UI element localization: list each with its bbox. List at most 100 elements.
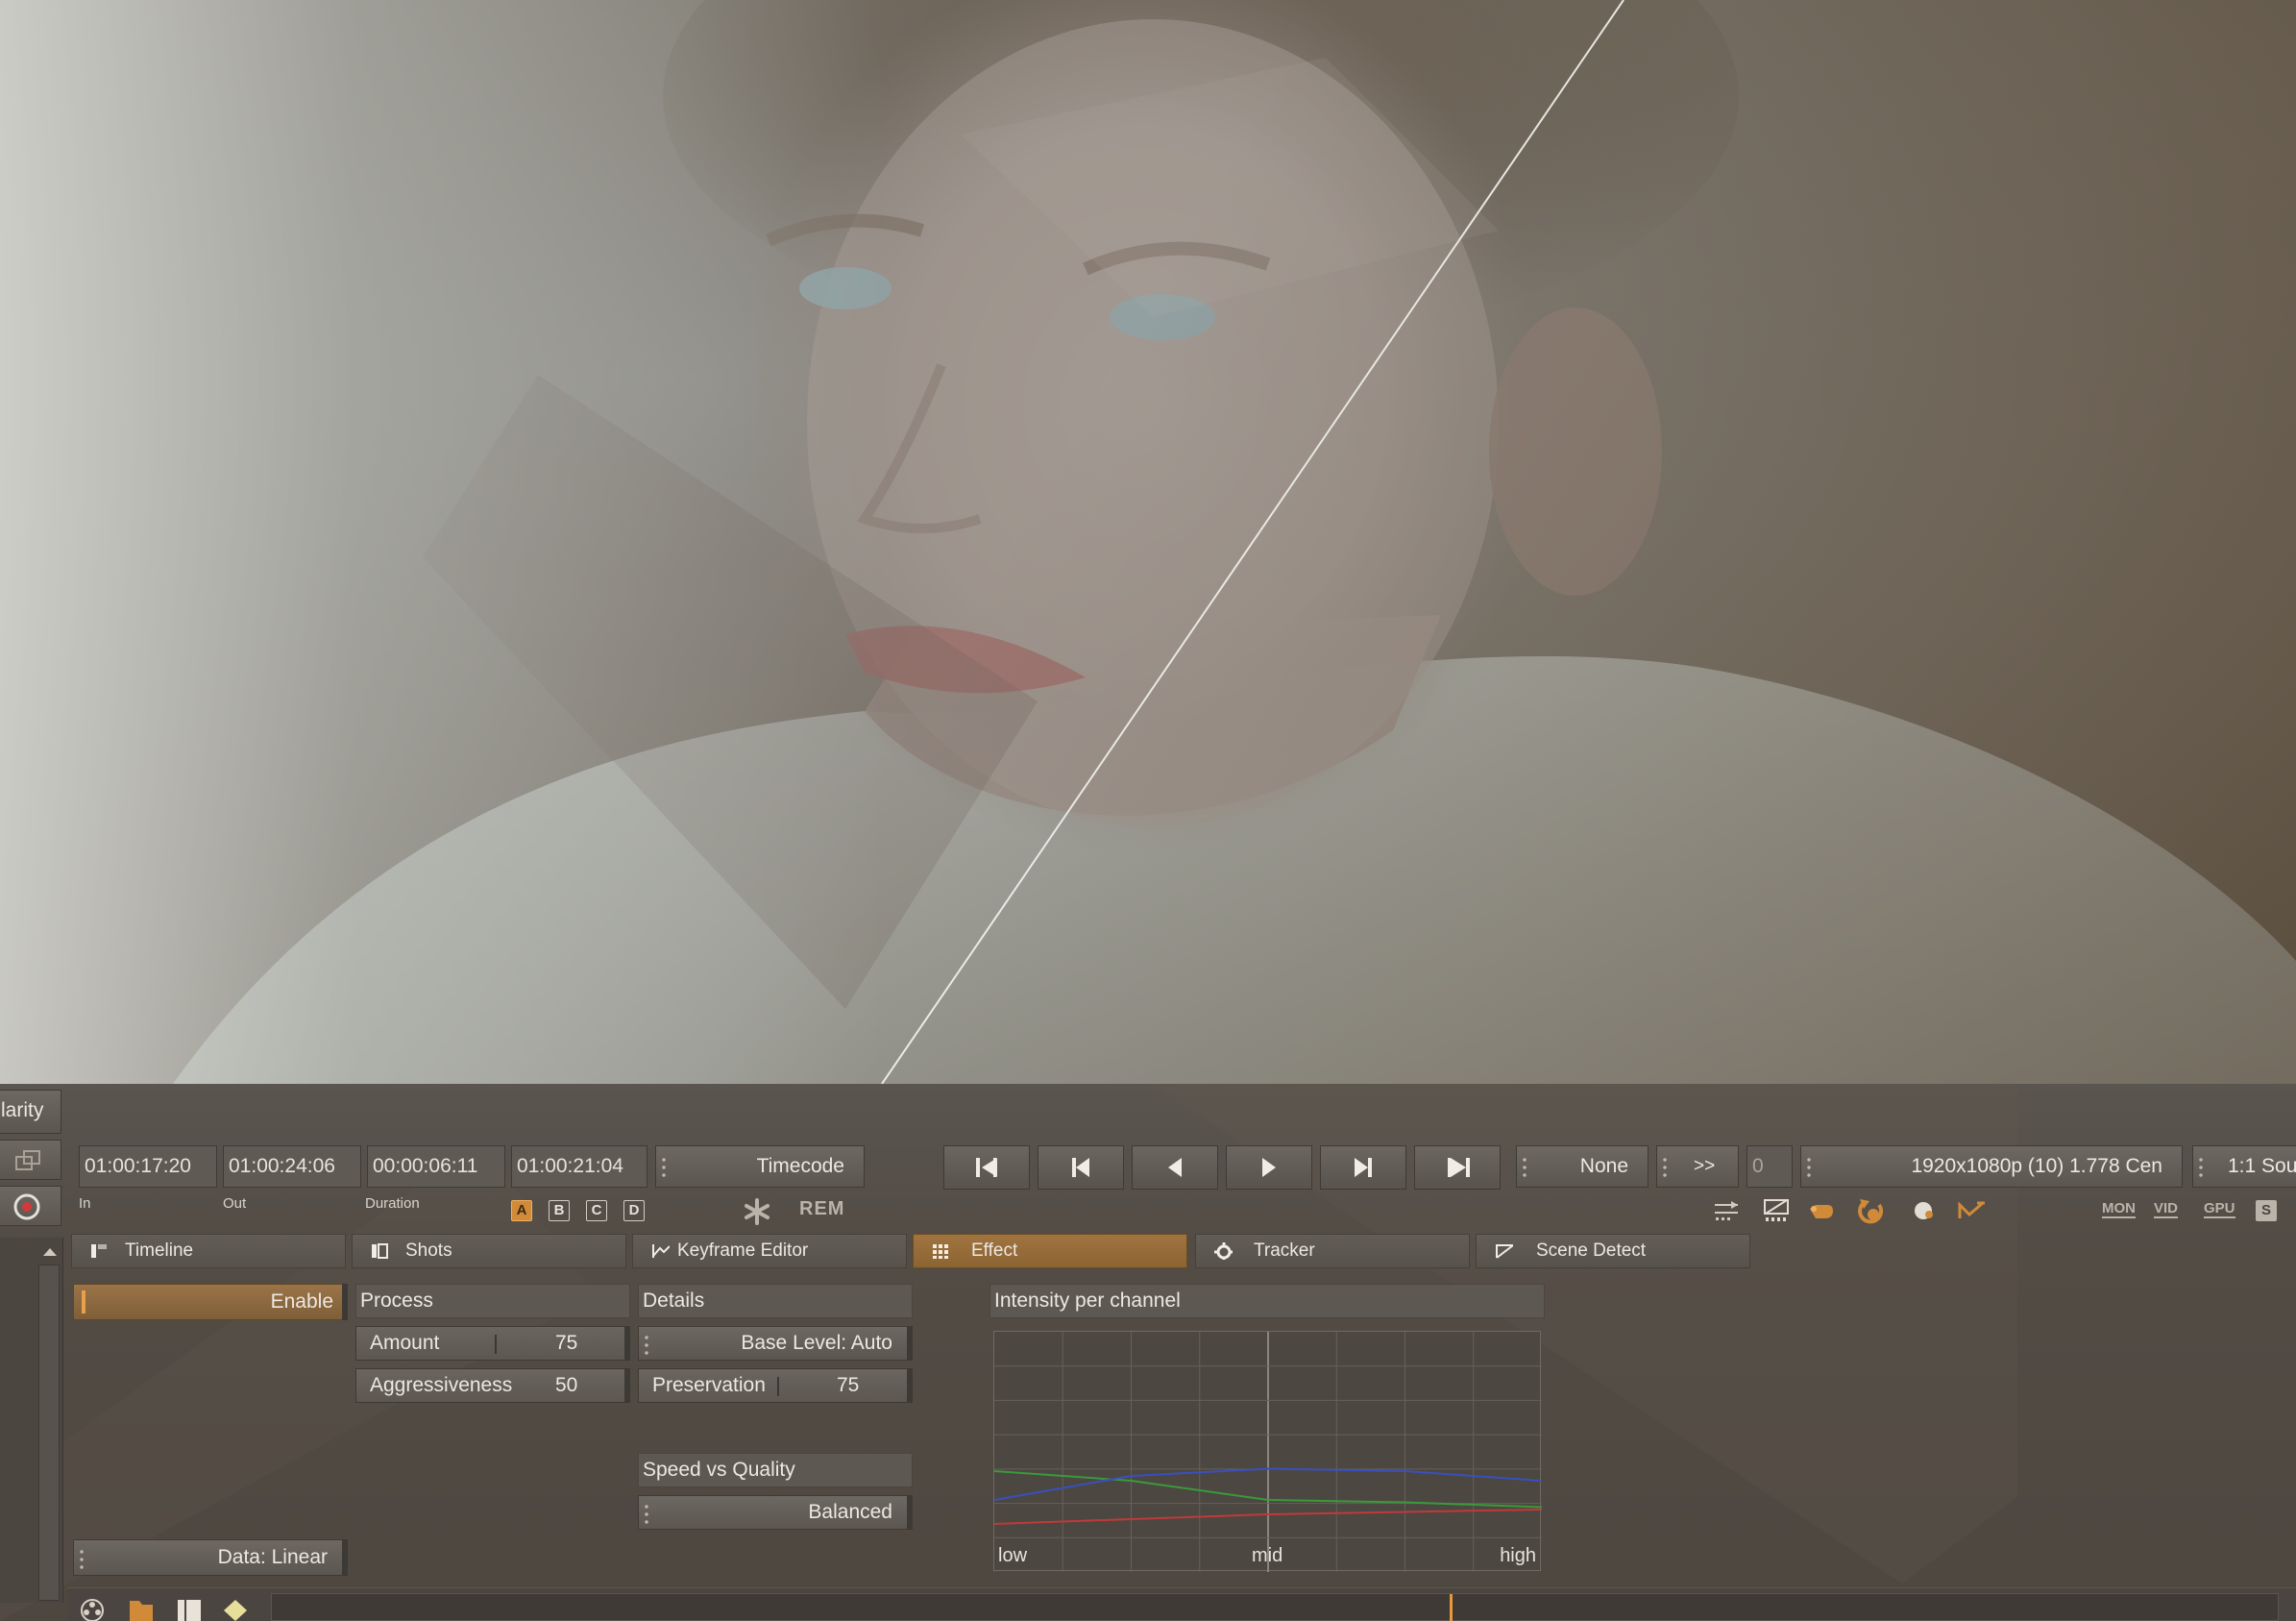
diamond-icon[interactable] bbox=[221, 1597, 250, 1621]
shots-icon bbox=[372, 1243, 388, 1259]
enable-endcap bbox=[342, 1284, 348, 1320]
previous-shot-icon bbox=[1072, 1158, 1089, 1177]
playhead[interactable] bbox=[1450, 1594, 1453, 1621]
aggressiveness-slider[interactable]: Aggressiveness 50 bbox=[355, 1368, 630, 1403]
data-endcap bbox=[342, 1539, 348, 1576]
dropdown-grip-icon bbox=[645, 1503, 648, 1524]
dropdown-grip-icon bbox=[1523, 1156, 1527, 1177]
base-level-label: Base Level: Auto bbox=[741, 1332, 892, 1354]
buffer-a-button[interactable]: A bbox=[511, 1200, 532, 1221]
speed-quality-label: Balanced bbox=[808, 1501, 892, 1523]
scroll-thumb[interactable] bbox=[38, 1265, 60, 1601]
left-scrollbar[interactable] bbox=[0, 1238, 63, 1603]
previous-shot-button[interactable] bbox=[1038, 1145, 1124, 1190]
reel-icon[interactable] bbox=[79, 1597, 108, 1621]
buffer-c-button[interactable]: C bbox=[586, 1200, 607, 1221]
graph-mid-label: mid bbox=[1252, 1545, 1283, 1566]
enable-indicator bbox=[82, 1290, 85, 1314]
dropdown-grip-icon bbox=[2199, 1156, 2203, 1177]
folder-icon[interactable] bbox=[127, 1597, 156, 1621]
tab-shots[interactable]: Shots bbox=[352, 1234, 626, 1268]
video-viewer[interactable] bbox=[0, 0, 2296, 1084]
window-icon bbox=[15, 1150, 40, 1170]
clarity-button[interactable]: larity bbox=[0, 1090, 61, 1134]
enable-toggle[interactable]: Enable bbox=[73, 1284, 348, 1320]
preservation-value: 75 bbox=[837, 1374, 860, 1396]
record-button[interactable] bbox=[0, 1186, 61, 1226]
format-dropdown[interactable]: 1920x1080p (10) 1.778 Cen bbox=[1800, 1145, 2183, 1188]
tab-effect[interactable]: Effect bbox=[913, 1234, 1187, 1268]
s-button[interactable]: S bbox=[2256, 1200, 2277, 1221]
timecode-mode-dropdown[interactable]: Timecode bbox=[655, 1145, 865, 1188]
details-header: Details bbox=[638, 1284, 913, 1318]
amount-endcap bbox=[624, 1326, 630, 1361]
aggressiveness-value: 50 bbox=[555, 1374, 578, 1396]
amount-slider[interactable]: Amount 75 bbox=[355, 1326, 630, 1361]
intensity-graph[interactable]: low mid high bbox=[993, 1331, 1542, 1572]
dropdown-grip-icon bbox=[662, 1156, 666, 1177]
tab-timeline[interactable]: Timeline bbox=[71, 1234, 346, 1268]
tab-effect-label: Effect bbox=[971, 1240, 1018, 1261]
rem-button[interactable]: REM bbox=[799, 1198, 844, 1220]
clip-cut-icon[interactable] bbox=[1762, 1197, 1791, 1224]
speed-quality-dropdown[interactable]: Balanced bbox=[638, 1495, 913, 1530]
skip-forward-dropdown[interactable]: >> bbox=[1656, 1145, 1739, 1188]
aggressiveness-endcap bbox=[624, 1368, 630, 1403]
tab-shots-label: Shots bbox=[405, 1240, 452, 1261]
jump-to-in-button[interactable] bbox=[943, 1145, 1030, 1190]
data-mode-label: Data: Linear bbox=[217, 1546, 328, 1568]
duration-timecode-field[interactable]: 00:00:06:11 bbox=[367, 1145, 505, 1188]
tab-tracker[interactable]: Tracker bbox=[1195, 1234, 1470, 1268]
in-timecode-field[interactable]: 01:00:17:20 bbox=[79, 1145, 217, 1188]
hand-tool-icon[interactable] bbox=[1806, 1197, 1835, 1224]
play-reverse-button[interactable] bbox=[1132, 1145, 1218, 1190]
duration-label: Duration bbox=[365, 1195, 420, 1212]
base-level-dropdown[interactable]: Base Level: Auto bbox=[638, 1326, 913, 1361]
current-timecode-field[interactable]: 01:00:21:04 bbox=[511, 1145, 647, 1188]
panel-layout-icon[interactable] bbox=[175, 1597, 204, 1621]
jump-to-out-icon bbox=[1448, 1158, 1470, 1177]
base-level-endcap bbox=[907, 1326, 913, 1361]
buffer-d-button[interactable]: D bbox=[623, 1200, 645, 1221]
in-label: In bbox=[79, 1195, 91, 1212]
process-header: Process bbox=[355, 1284, 630, 1318]
playback-mode-dropdown[interactable]: None bbox=[1516, 1145, 1649, 1188]
next-shot-icon bbox=[1355, 1158, 1372, 1177]
format-label: 1920x1080p (10) 1.778 Cen bbox=[1911, 1155, 2162, 1177]
timeline-scrubber[interactable] bbox=[271, 1593, 2279, 1621]
gpu-button[interactable]: GPU bbox=[2204, 1200, 2235, 1218]
intensity-chart bbox=[994, 1332, 1542, 1572]
frame-offset-field[interactable]: 0 bbox=[1746, 1145, 1793, 1188]
speed-quality-header: Speed vs Quality bbox=[638, 1453, 913, 1487]
amount-label: Amount bbox=[370, 1332, 440, 1354]
window-button[interactable] bbox=[0, 1140, 61, 1180]
tab-scene-detect[interactable]: Scene Detect bbox=[1476, 1234, 1750, 1268]
record-icon bbox=[13, 1193, 40, 1220]
tab-keyframe-editor[interactable]: Keyframe Editor bbox=[632, 1234, 907, 1268]
amount-slider-handle[interactable] bbox=[495, 1335, 497, 1354]
play-button[interactable] bbox=[1226, 1145, 1312, 1190]
loop-icon[interactable] bbox=[1712, 1197, 1741, 1224]
out-timecode-field[interactable]: 01:00:24:06 bbox=[223, 1145, 361, 1188]
next-shot-button[interactable] bbox=[1320, 1145, 1406, 1190]
ball-tool-icon[interactable] bbox=[1910, 1197, 1939, 1224]
tab-tracker-label: Tracker bbox=[1254, 1240, 1315, 1261]
dropdown-grip-icon bbox=[1663, 1156, 1667, 1177]
rotate-tool-icon[interactable] bbox=[1856, 1197, 1885, 1224]
mon-button[interactable]: MON bbox=[2102, 1200, 2136, 1218]
preservation-slider[interactable]: Preservation 75 bbox=[638, 1368, 913, 1403]
scroll-up-icon[interactable] bbox=[40, 1245, 60, 1259]
preservation-slider-handle[interactable] bbox=[777, 1377, 779, 1396]
buffer-b-button[interactable]: B bbox=[549, 1200, 570, 1221]
vid-button[interactable]: VID bbox=[2154, 1200, 2179, 1218]
curve-tool-icon[interactable] bbox=[1956, 1197, 1985, 1224]
dropdown-grip-icon bbox=[1807, 1156, 1811, 1177]
jump-to-out-button[interactable] bbox=[1414, 1145, 1501, 1190]
skip-forward-label: >> bbox=[1694, 1156, 1716, 1176]
effect-grid-icon bbox=[933, 1244, 948, 1259]
asterisk-icon[interactable] bbox=[742, 1197, 772, 1226]
speed-quality-endcap bbox=[907, 1495, 913, 1530]
play-reverse-icon bbox=[1168, 1158, 1182, 1177]
zoom-dropdown[interactable]: 1:1 Sou bbox=[2192, 1145, 2296, 1188]
data-mode-dropdown[interactable]: Data: Linear bbox=[73, 1539, 348, 1576]
